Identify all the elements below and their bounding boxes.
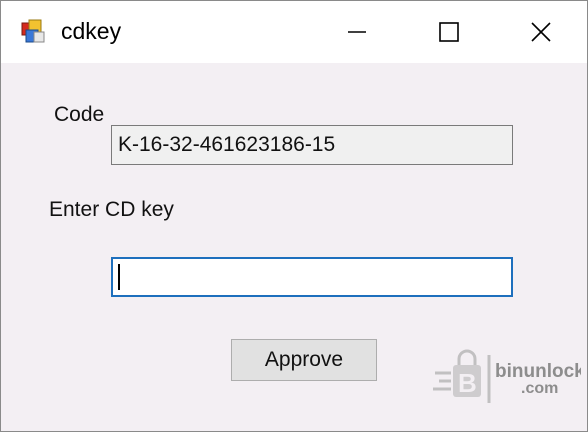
window-title: cdkey (61, 18, 122, 44)
maximize-icon (439, 22, 459, 42)
cdkey-window: cdkey Code K-16-32-461623186-15 Enter CD… (0, 0, 588, 432)
code-label: Code (54, 103, 105, 126)
binunlock-watermark-logo: B binunlock .com (433, 349, 581, 403)
minimize-icon (348, 31, 366, 33)
code-field[interactable]: K-16-32-461623186-15 (111, 125, 513, 165)
close-button[interactable] (495, 1, 587, 63)
app-icon (21, 19, 45, 43)
approve-button[interactable]: Approve (231, 339, 377, 381)
svg-text:B: B (458, 368, 477, 398)
watermark-text-main: binunlock (495, 361, 581, 382)
close-icon (531, 22, 551, 42)
minimize-button[interactable] (311, 1, 403, 63)
title-bar[interactable]: cdkey (1, 1, 587, 63)
text-caret (118, 264, 120, 290)
watermark-text-sub: .com (521, 380, 558, 397)
cd-key-label: Enter CD key (49, 198, 174, 221)
maximize-button[interactable] (403, 1, 495, 63)
cd-key-input[interactable] (111, 257, 513, 297)
